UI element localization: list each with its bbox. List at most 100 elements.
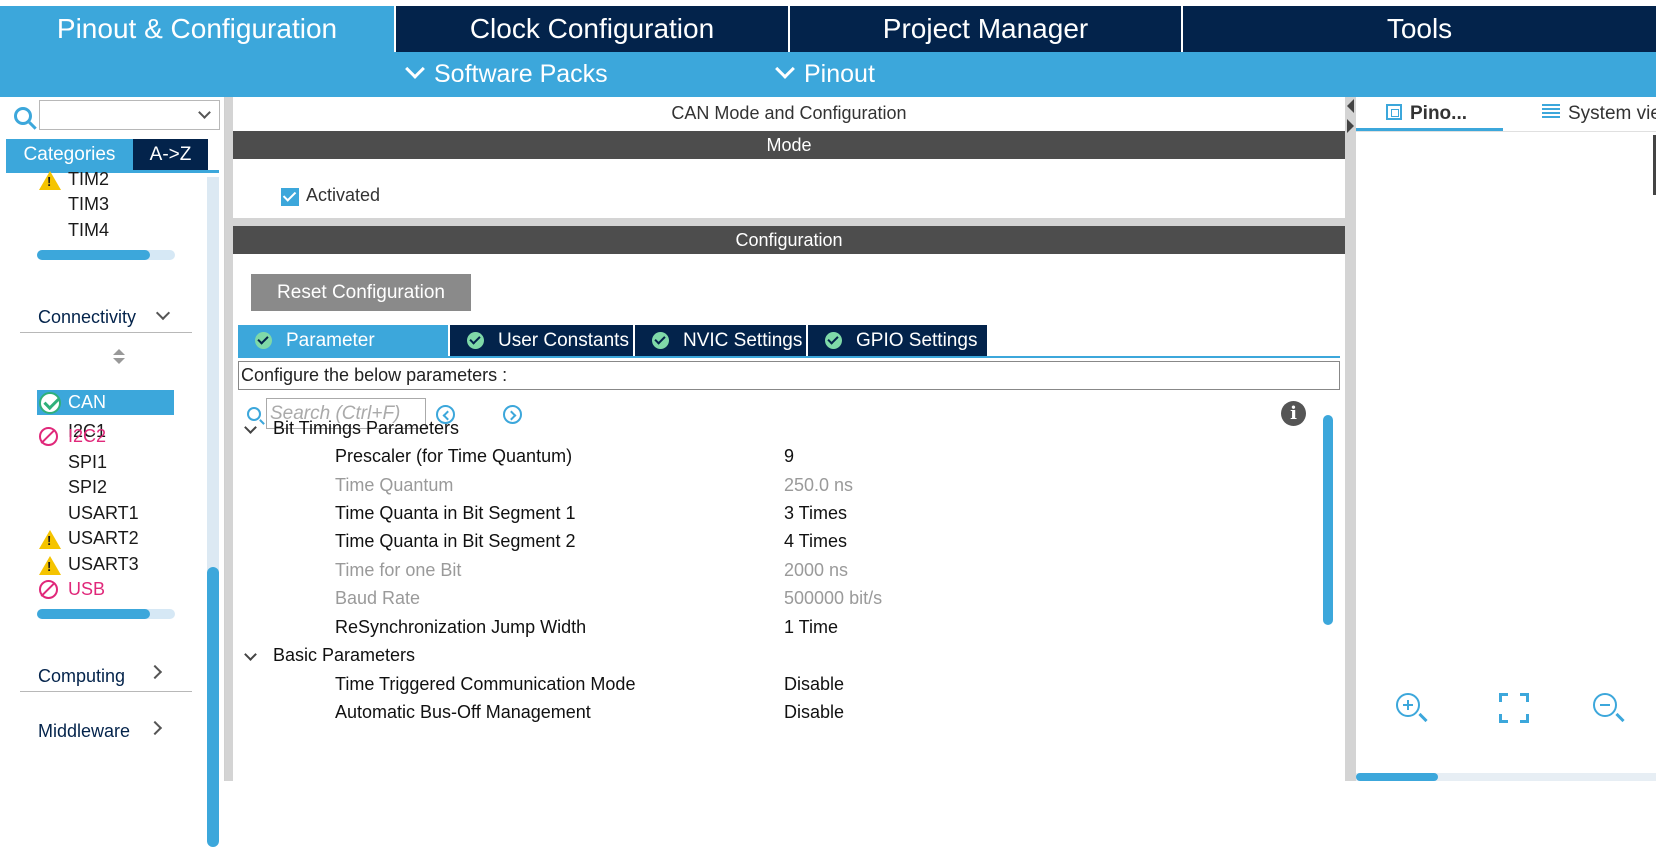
- sub-menu-bar: Software Packs Pinout: [0, 52, 1656, 97]
- divider: [20, 691, 192, 692]
- main-tab-bar: Pinout & Configuration Clock Configurati…: [0, 6, 1656, 52]
- list-item-tim2[interactable]: TIM2: [68, 167, 109, 191]
- splitter[interactable]: [225, 97, 233, 781]
- scrollbar-thumb[interactable]: [37, 250, 150, 260]
- next-match-icon[interactable]: [503, 405, 522, 424]
- scrollbar-thumb[interactable]: [1356, 773, 1438, 781]
- section-middleware[interactable]: Middleware: [38, 719, 130, 743]
- category-search-input[interactable]: [39, 100, 220, 130]
- reset-configuration-button[interactable]: Reset Configuration: [251, 274, 471, 311]
- check-circle-icon: [255, 332, 272, 349]
- chip-icon: [1386, 104, 1402, 120]
- list-item-can[interactable]: CAN: [37, 390, 174, 415]
- param-name[interactable]: Prescaler (for Time Quantum): [335, 446, 572, 467]
- tab-project-manager[interactable]: Project Manager: [790, 6, 1183, 52]
- info-icon[interactable]: i: [1281, 401, 1306, 426]
- list-item-spi1[interactable]: SPI1: [68, 450, 107, 474]
- pinout-menu[interactable]: Pinout: [775, 52, 875, 97]
- scrollbar-thumb[interactable]: [1323, 415, 1333, 625]
- param-name: Time Quantum: [335, 475, 454, 495]
- tab-label: Pino...: [1410, 103, 1467, 124]
- param-name[interactable]: Time Triggered Communication Mode: [335, 674, 635, 695]
- section-connectivity[interactable]: Connectivity: [38, 305, 136, 329]
- software-packs-label: Software Packs: [434, 60, 608, 88]
- tab-parameter-settings[interactable]: Parameter Settings: [238, 325, 450, 382]
- tab-tools[interactable]: Tools: [1183, 6, 1656, 52]
- collapse-left-icon[interactable]: [1347, 99, 1354, 113]
- left-scrollbar[interactable]: [207, 177, 219, 847]
- param-name[interactable]: Time Quanta in Bit Segment 2: [335, 531, 575, 552]
- categories-panel: Categories A->Z TIM2 TIM3 TIM4 Connectiv…: [0, 97, 225, 847]
- param-value[interactable]: 9: [784, 446, 794, 467]
- param-value: 500000 bit/s: [784, 588, 883, 608]
- sort-icon[interactable]: [113, 349, 125, 365]
- check-circle-icon: [825, 332, 842, 349]
- list-item-usart2[interactable]: USART2: [68, 526, 139, 550]
- param-name: Baud Rate: [335, 588, 421, 608]
- disabled-icon: [39, 427, 58, 446]
- chevron-right-icon[interactable]: [147, 720, 163, 736]
- param-value[interactable]: Disable: [784, 674, 844, 695]
- check-circle-icon: [467, 332, 484, 349]
- param-name[interactable]: ReSynchronization Jump Width: [335, 617, 586, 638]
- scrollbar-thumb[interactable]: [207, 567, 219, 847]
- group-bit-timings[interactable]: Bit Timings Parameters: [273, 418, 459, 439]
- tab-label: GPIO Settings: [856, 330, 978, 351]
- tab-gpio-settings[interactable]: GPIO Settings: [808, 325, 987, 356]
- param-name[interactable]: Time Quanta in Bit Segment 1: [335, 503, 575, 524]
- zoom-in-icon[interactable]: [1396, 693, 1420, 717]
- tab-system-view[interactable]: System view: [1542, 103, 1656, 125]
- param-value[interactable]: 3 Times: [784, 503, 847, 524]
- panel-title: CAN Mode and Configuration: [671, 103, 907, 123]
- chevron-right-icon[interactable]: [147, 664, 163, 680]
- param-value[interactable]: Disable: [784, 702, 844, 723]
- canvas-scrollbar[interactable]: [1356, 773, 1656, 781]
- activated-label[interactable]: Activated: [306, 185, 380, 206]
- list-item-usb[interactable]: USB: [68, 577, 105, 601]
- scrollbar-thumb[interactable]: [37, 609, 150, 619]
- software-packs-menu[interactable]: Software Packs: [405, 52, 608, 97]
- connectivity-scrollbar[interactable]: [37, 609, 175, 619]
- section-computing[interactable]: Computing: [38, 664, 125, 688]
- check-circle-icon: [652, 332, 669, 349]
- splitter[interactable]: [1345, 97, 1356, 781]
- tab-clock-configuration[interactable]: Clock Configuration: [396, 6, 790, 52]
- chevron-down-icon: [405, 59, 425, 79]
- group-basic-parameters[interactable]: Basic Parameters: [273, 645, 415, 666]
- tab-user-constants[interactable]: User Constants: [450, 325, 635, 356]
- list-item-usart3[interactable]: USART3: [68, 552, 139, 576]
- tab-a-z[interactable]: A->Z: [133, 139, 208, 170]
- parameter-scrollbar[interactable]: [1323, 415, 1333, 781]
- warning-icon: [39, 556, 61, 575]
- tab-underline: [6, 170, 219, 173]
- chevron-down-icon[interactable]: [244, 421, 257, 434]
- list-item-tim4[interactable]: TIM4: [68, 218, 109, 242]
- fit-to-view-icon[interactable]: [1499, 693, 1529, 723]
- tab-categories[interactable]: Categories: [6, 139, 133, 170]
- tab-pinout-configuration[interactable]: Pinout & Configuration: [0, 6, 396, 52]
- search-icon: [247, 407, 261, 421]
- list-icon: [1542, 104, 1560, 120]
- list-item-spi2[interactable]: SPI2: [68, 475, 107, 499]
- check-circle-icon: [39, 392, 61, 414]
- param-name: Time for one Bit: [335, 560, 462, 580]
- chevron-down-icon[interactable]: [244, 648, 257, 661]
- timers-scrollbar[interactable]: [37, 250, 175, 260]
- tab-nvic-settings[interactable]: NVIC Settings: [635, 325, 808, 356]
- chevron-down-icon[interactable]: [198, 106, 211, 119]
- zoom-out-icon[interactable]: [1593, 693, 1617, 717]
- expand-right-icon[interactable]: [1347, 119, 1354, 133]
- chevron-down-icon[interactable]: [155, 305, 171, 321]
- mode-configuration-panel: CAN Mode and Configuration Mode Activate…: [233, 97, 1345, 781]
- param-value[interactable]: 4 Times: [784, 531, 847, 552]
- activated-checkbox[interactable]: [281, 188, 299, 206]
- param-name[interactable]: Automatic Bus-Off Management: [335, 702, 591, 723]
- pinout-label: Pinout: [804, 60, 875, 88]
- list-item-usart1[interactable]: USART1: [68, 501, 139, 525]
- disabled-icon: [39, 580, 58, 599]
- list-item-tim3[interactable]: TIM3: [68, 192, 109, 216]
- divider: [20, 332, 192, 333]
- param-value[interactable]: 1 Time: [784, 617, 838, 638]
- tab-pinout-view[interactable]: Pino...: [1386, 103, 1467, 125]
- list-item-i2c2[interactable]: I2C2: [68, 424, 106, 448]
